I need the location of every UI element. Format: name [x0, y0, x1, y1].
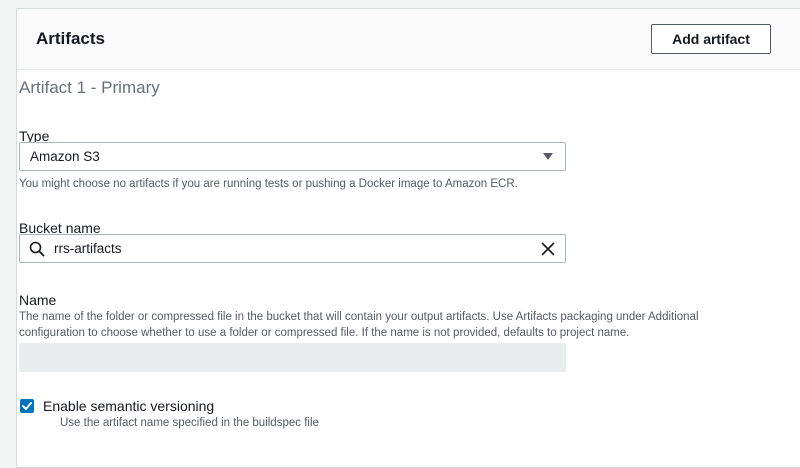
bucket-name-field[interactable] — [19, 234, 566, 263]
caret-down-icon — [543, 153, 553, 160]
semantic-versioning-hint: Use the artifact name specified in the b… — [60, 417, 319, 429]
panel-title: Artifacts — [36, 29, 105, 48]
search-icon — [29, 241, 45, 257]
semantic-versioning-label: Enable semantic versioning — [43, 398, 215, 414]
type-select[interactable]: Amazon S3 — [19, 142, 566, 171]
close-icon[interactable] — [540, 241, 556, 257]
add-artifact-button[interactable]: Add artifact — [651, 24, 771, 54]
semantic-versioning-checkbox[interactable] — [20, 399, 34, 413]
type-select-value: Amazon S3 — [30, 149, 100, 164]
bucket-name-input[interactable] — [54, 238, 514, 259]
name-label: Name — [19, 292, 57, 308]
name-input[interactable] — [19, 343, 566, 372]
name-hint-line1: The name of the folder or compressed fil… — [19, 311, 699, 323]
name-hint-line2: configuration to choose whether to use a… — [19, 327, 630, 339]
panel-header: Artifacts Add artifact — [17, 9, 800, 70]
artifact-section-title: Artifact 1 - Primary — [19, 78, 160, 97]
checkmark-icon — [22, 402, 32, 410]
type-hint: You might choose no artifacts if you are… — [19, 178, 518, 190]
